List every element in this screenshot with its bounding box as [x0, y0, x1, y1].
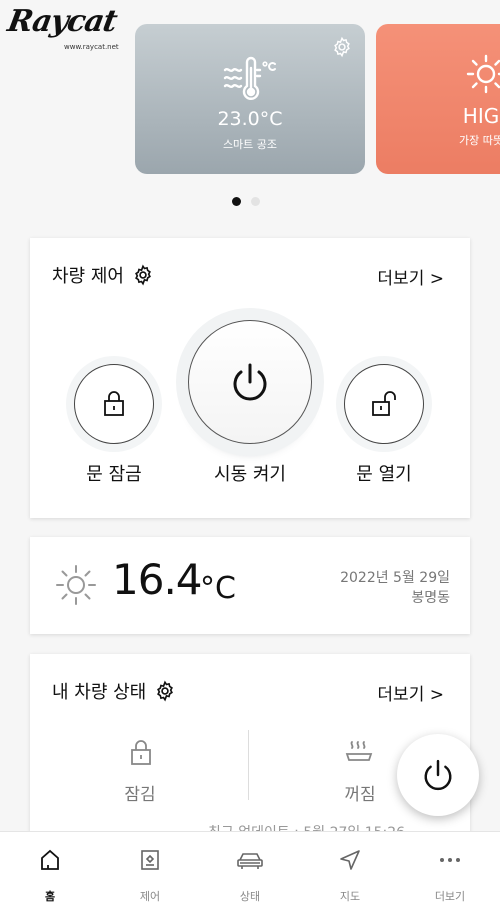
power-icon	[233, 363, 267, 401]
nav-item-control[interactable]: 제어	[100, 832, 200, 909]
lock-icon	[104, 391, 124, 416]
navigation-icon	[340, 850, 360, 870]
nav-label-status: 상태	[239, 890, 261, 903]
sun-icon	[466, 54, 500, 94]
status-divider	[248, 730, 249, 800]
door-status-label: 잠김	[124, 785, 156, 805]
carousel-page-indicator	[232, 197, 260, 206]
floating-engine-start-button[interactable]	[397, 734, 479, 816]
sun-icon	[56, 565, 96, 605]
temperature-unit: °C	[200, 571, 236, 606]
door-lock-button[interactable]	[74, 364, 154, 444]
climate-mode-carousel[interactable]: 23.0°C 스마트 공조 HIG 가장 따뜻	[0, 22, 500, 174]
thermometer-icon	[223, 56, 276, 100]
more-dots-icon	[440, 858, 460, 862]
nav-item-more[interactable]: 더보기	[400, 832, 500, 909]
control-icon	[141, 850, 159, 870]
gear-icon[interactable]	[132, 264, 154, 286]
nav-label-home: 홈	[44, 890, 56, 903]
nav-label-more: 더보기	[434, 890, 466, 903]
engine-status-label: 꺼짐	[344, 785, 376, 805]
high-heat-label: 가장 따뜻	[459, 134, 500, 147]
high-heat-title: HIG	[462, 104, 500, 128]
gear-icon[interactable]	[331, 36, 353, 58]
vehicle-status-header: 내 차량 상태	[52, 678, 176, 704]
nav-item-home[interactable]: 홈	[0, 832, 100, 909]
outdoor-temperature: 16.4	[112, 555, 203, 604]
vehicle-control-title: 차량 제어	[52, 266, 124, 287]
vehicle-status-title: 내 차량 상태	[52, 682, 147, 703]
page-dot-active	[232, 197, 241, 206]
vehicle-status-more-link[interactable]: 더보기 >	[377, 680, 444, 705]
smart-climate-temperature: 23.0°C	[217, 108, 283, 130]
home-icon	[41, 849, 59, 870]
lock-icon	[131, 740, 151, 765]
engine-start-button[interactable]	[188, 320, 312, 444]
power-icon	[424, 759, 452, 791]
unlock-icon	[372, 391, 396, 416]
vehicle-control-card: 차량 제어 더보기 > 문 잠금 시동 켜기 문 열기	[30, 238, 470, 518]
nav-label-control: 제어	[139, 890, 161, 903]
engine-heat-icon	[345, 741, 373, 761]
smart-climate-card[interactable]: 23.0°C 스마트 공조	[135, 24, 365, 174]
weather-location: 봉명동	[411, 590, 450, 606]
weather-card: 16.4 °C 2022년 5월 29일 봉명동	[30, 537, 470, 634]
page-dot	[251, 197, 260, 206]
bottom-navigation: 홈 제어 상태 지도 더보기	[0, 831, 500, 909]
engine-start-label: 시동 켜기	[214, 464, 286, 485]
gear-icon[interactable]	[154, 680, 176, 702]
nav-item-map[interactable]: 지도	[300, 832, 400, 909]
door-unlock-button[interactable]	[344, 364, 424, 444]
high-heat-card[interactable]: HIG 가장 따뜻	[376, 24, 500, 174]
vehicle-control-more-link[interactable]: 더보기 >	[377, 264, 444, 289]
vehicle-control-header: 차량 제어	[52, 262, 154, 288]
door-lock-label: 문 잠금	[86, 464, 142, 485]
nav-item-status[interactable]: 상태	[200, 832, 300, 909]
nav-label-map: 지도	[339, 890, 361, 903]
door-unlock-label: 문 열기	[356, 464, 412, 485]
weather-date: 2022년 5월 29일	[340, 570, 450, 586]
car-icon	[237, 853, 263, 869]
smart-climate-label: 스마트 공조	[222, 138, 278, 151]
